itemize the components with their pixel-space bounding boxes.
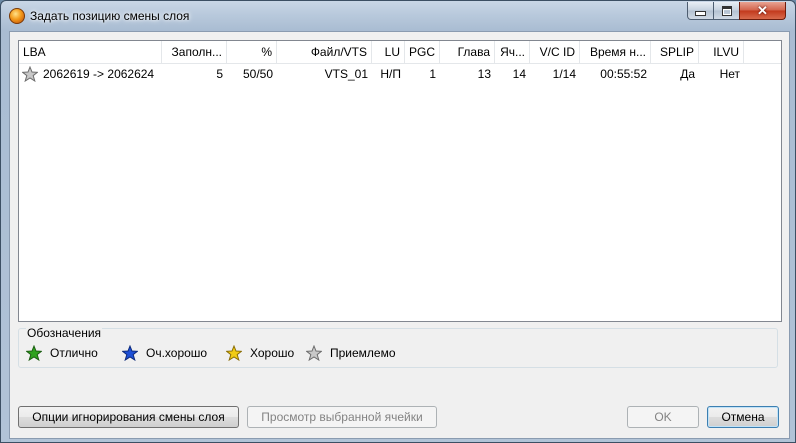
cell-lba: 2062619 -> 2062624 bbox=[43, 67, 155, 81]
legend-item-good: Хорошо bbox=[226, 344, 294, 362]
minimize-button[interactable] bbox=[687, 2, 714, 20]
cell-percent: 50/50 bbox=[242, 67, 273, 81]
cell-file-vts: VTS_01 bbox=[324, 67, 368, 81]
cell-time: 00:55:52 bbox=[600, 67, 647, 81]
legend-item-very-good: Оч.хорошо bbox=[122, 344, 207, 362]
cell-ilvu: Нет bbox=[719, 67, 740, 81]
column-header-lu[interactable]: LU bbox=[372, 41, 405, 63]
window-title: Задать позицию смены слоя bbox=[30, 9, 190, 23]
column-header-filler bbox=[744, 41, 781, 63]
column-header-time[interactable]: Время н... bbox=[580, 41, 651, 63]
app-icon bbox=[9, 8, 25, 24]
star-gray-icon bbox=[22, 66, 38, 82]
column-header-vc-id[interactable]: V/C ID bbox=[530, 41, 580, 63]
legend-item-acceptable: Приемлемо bbox=[306, 344, 396, 362]
legend-item-excellent: Отлично bbox=[26, 344, 98, 362]
cell-fill: 5 bbox=[216, 67, 223, 81]
cancel-button[interactable]: Отмена bbox=[707, 406, 779, 428]
minimize-icon bbox=[695, 11, 706, 16]
star-gray-icon bbox=[306, 345, 322, 361]
title-bar[interactable]: Задать позицию смены слоя ✕ bbox=[1, 1, 795, 31]
view-cell-button[interactable]: Просмотр выбранной ячейки bbox=[247, 406, 437, 428]
legend-label-very-good: Оч.хорошо bbox=[146, 346, 208, 360]
cell-cell: 14 bbox=[512, 67, 526, 81]
column-header-ilvu[interactable]: ILVU bbox=[699, 41, 744, 63]
cell-lu: Н/П bbox=[380, 67, 401, 81]
cell-splip: Да bbox=[680, 67, 695, 81]
column-header-cell[interactable]: Яч... bbox=[495, 41, 530, 63]
legend-title: Обозначения bbox=[26, 326, 103, 340]
maximize-button[interactable] bbox=[713, 2, 740, 20]
maximize-icon bbox=[721, 5, 732, 16]
column-header-pgc[interactable]: PGC bbox=[405, 41, 440, 63]
legend-label-excellent: Отлично bbox=[50, 346, 98, 360]
star-green-icon bbox=[26, 345, 42, 361]
dialog-window: Задать позицию смены слоя ✕ LBA Заполн..… bbox=[0, 0, 796, 443]
grid-header: LBA Заполн... % Файл/VTS LU PGC Глава Яч… bbox=[19, 41, 781, 64]
legend-group: Обозначения Отлично Оч.хорошо Хорошо При… bbox=[18, 326, 778, 368]
table-row[interactable]: 2062619 -> 2062624 5 50/50 VTS_01 Н/П 1 … bbox=[19, 64, 781, 84]
cell-chapter: 13 bbox=[477, 67, 491, 81]
column-header-splip[interactable]: SPLIP bbox=[651, 41, 699, 63]
legend-label-acceptable: Приемлемо bbox=[330, 346, 396, 360]
ok-button[interactable]: OK bbox=[627, 406, 699, 428]
cell-pgc: 1 bbox=[429, 67, 436, 81]
layer-break-grid[interactable]: LBA Заполн... % Файл/VTS LU PGC Глава Яч… bbox=[18, 40, 782, 322]
ignore-options-button[interactable]: Опции игнорирования смены слоя bbox=[18, 406, 239, 428]
column-header-chapter[interactable]: Глава bbox=[440, 41, 495, 63]
dialog-client-area: LBA Заполн... % Файл/VTS LU PGC Глава Яч… bbox=[9, 31, 790, 439]
column-header-fill[interactable]: Заполн... bbox=[162, 41, 227, 63]
column-header-percent[interactable]: % bbox=[227, 41, 277, 63]
legend-label-good: Хорошо bbox=[250, 346, 295, 360]
cell-vc-id: 1/14 bbox=[552, 67, 576, 81]
column-header-lba[interactable]: LBA bbox=[19, 41, 162, 63]
close-icon: ✕ bbox=[757, 3, 768, 18]
close-button[interactable]: ✕ bbox=[739, 2, 786, 20]
star-yellow-icon bbox=[226, 345, 242, 361]
star-blue-icon bbox=[122, 345, 138, 361]
column-header-file-vts[interactable]: Файл/VTS bbox=[277, 41, 372, 63]
